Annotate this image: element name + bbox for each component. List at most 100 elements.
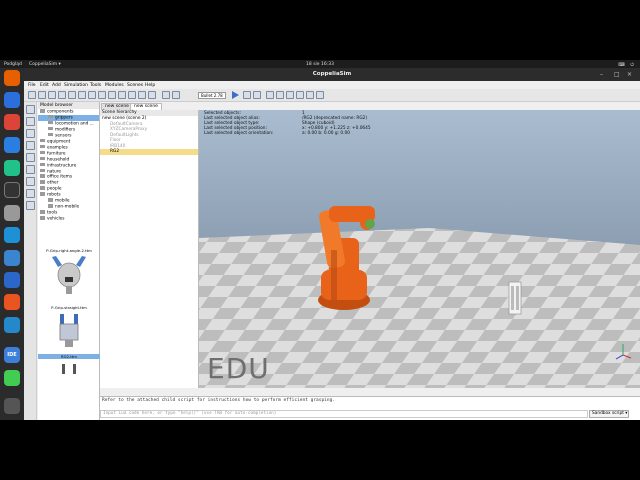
software-icon[interactable] bbox=[4, 294, 20, 310]
folder-icon bbox=[40, 138, 45, 143]
model-browser-title: Model browser bbox=[38, 102, 99, 109]
layers-icon[interactable] bbox=[26, 177, 35, 186]
gripper-thumbnail[interactable] bbox=[38, 253, 100, 301]
click-select-icon[interactable] bbox=[78, 91, 86, 99]
folder-icon bbox=[40, 168, 45, 173]
rg2-gripper[interactable] bbox=[508, 281, 522, 315]
lua-command-input[interactable]: Input Lua code here, or type "help()" (u… bbox=[100, 410, 588, 418]
scripts-icon[interactable] bbox=[26, 153, 35, 162]
undo-icon[interactable] bbox=[162, 91, 170, 99]
folder-icon bbox=[40, 109, 45, 113]
faster-icon[interactable] bbox=[286, 91, 294, 99]
menu-modules[interactable]: Modules bbox=[105, 83, 124, 88]
folder-icon bbox=[48, 204, 53, 208]
path-edit-icon[interactable] bbox=[138, 91, 146, 99]
camera-pan-icon[interactable] bbox=[28, 91, 36, 99]
gripper-thumbnail[interactable] bbox=[38, 310, 100, 350]
calculation-modules-icon[interactable] bbox=[26, 129, 35, 138]
shape-edit-icon[interactable] bbox=[26, 165, 35, 174]
model-browser-icon[interactable] bbox=[26, 189, 35, 198]
letterbox-bottom bbox=[0, 420, 640, 480]
menu-file[interactable]: File bbox=[28, 83, 36, 88]
scene-viewport[interactable] bbox=[199, 110, 640, 388]
tab-scene-2[interactable]: new scene bbox=[130, 103, 162, 110]
folder-icon bbox=[40, 150, 45, 155]
folder-icon bbox=[40, 192, 45, 196]
trash-icon[interactable] bbox=[4, 398, 20, 414]
page-selector-icon[interactable] bbox=[316, 91, 324, 99]
tree-item-vehicles[interactable]: vehicles bbox=[38, 216, 99, 222]
system-tray[interactable]: ⌨ ⏻ bbox=[619, 62, 637, 68]
menu-bar: File Edit Add Simulation Tools Modules S… bbox=[24, 81, 640, 89]
clion-icon[interactable] bbox=[4, 160, 20, 176]
maximize-icon[interactable]: □ bbox=[614, 68, 620, 81]
qbittorrent-icon[interactable] bbox=[4, 250, 20, 266]
thread-icon[interactable] bbox=[296, 91, 304, 99]
thumbnail-caption[interactable]: RG2.ttm bbox=[38, 354, 100, 359]
vscode-icon[interactable] bbox=[4, 317, 20, 333]
window-title: CoppeliaSim bbox=[312, 71, 352, 77]
object-shift-icon[interactable] bbox=[88, 91, 96, 99]
redo-icon[interactable] bbox=[172, 91, 180, 99]
pause-icon[interactable] bbox=[243, 91, 251, 99]
sync-icon[interactable] bbox=[4, 227, 20, 243]
record-icon[interactable] bbox=[4, 272, 20, 288]
files-icon[interactable] bbox=[4, 205, 20, 221]
close-icon[interactable]: × bbox=[627, 68, 632, 81]
scene-3d-view[interactable] bbox=[199, 110, 640, 388]
scene-tabs: new scene new scene bbox=[100, 102, 640, 110]
clock[interactable]: 18 sie 16:33 bbox=[0, 62, 640, 67]
graph-icon[interactable] bbox=[148, 91, 156, 99]
transfer-dna-icon[interactable] bbox=[118, 91, 126, 99]
folder-icon bbox=[40, 216, 45, 220]
camera-rotate-icon[interactable] bbox=[38, 91, 46, 99]
real-time-icon[interactable] bbox=[266, 91, 274, 99]
sandbox-script-select[interactable]: Sandbox script ▾ bbox=[589, 410, 629, 418]
ide-icon[interactable]: IDE bbox=[4, 347, 20, 363]
camera-opening-icon[interactable] bbox=[58, 91, 66, 99]
visualization-icon[interactable] bbox=[306, 91, 314, 99]
menu-tools[interactable]: Tools bbox=[90, 83, 101, 88]
terminal-icon[interactable] bbox=[4, 182, 20, 198]
object-rotate-icon[interactable] bbox=[98, 91, 106, 99]
play-icon[interactable] bbox=[232, 91, 239, 99]
assemble-icon[interactable] bbox=[108, 91, 116, 99]
thunderbird-icon[interactable] bbox=[4, 92, 20, 108]
edu-watermark: EDU bbox=[207, 352, 270, 385]
console-message: Refer to the attached child script for i… bbox=[102, 398, 335, 403]
camera-shift-icon[interactable] bbox=[48, 91, 56, 99]
gripper-thumbnail[interactable] bbox=[38, 362, 100, 374]
scene-object-properties-icon[interactable] bbox=[26, 117, 35, 126]
collection-icon[interactable] bbox=[128, 91, 136, 99]
tab-scene-1[interactable]: new scene bbox=[101, 103, 133, 110]
model-thumbnails: P-Grip-right-angle-2.ttm P-Grip-straight… bbox=[38, 248, 100, 378]
scene-hierarchy-list: new scene (scene 2) DefaultCamera XYZCam… bbox=[100, 116, 198, 155]
model-tree: components grippers locomotion and ... m… bbox=[38, 109, 99, 222]
slower-icon[interactable] bbox=[276, 91, 284, 99]
window-titlebar: CoppeliaSim – □ × bbox=[24, 68, 640, 81]
menu-simulation[interactable]: Simulation bbox=[64, 83, 88, 88]
qt-icon[interactable] bbox=[4, 370, 20, 386]
menu-help[interactable]: Help bbox=[145, 83, 155, 88]
folder-icon bbox=[48, 132, 53, 137]
menu-edit[interactable]: Edit bbox=[40, 83, 49, 88]
folder-icon bbox=[40, 180, 45, 184]
scene-hierarchy-icon[interactable] bbox=[26, 201, 35, 210]
scene-hierarchy: Scene hierarchy new scene (scene 2) Defa… bbox=[100, 110, 199, 388]
folder-icon bbox=[40, 144, 45, 149]
writer-icon[interactable] bbox=[4, 137, 20, 153]
physics-engine-select[interactable]: Bullet 2.78 bbox=[198, 92, 226, 99]
firefox-icon[interactable] bbox=[4, 70, 20, 86]
chrome-icon[interactable] bbox=[4, 114, 20, 130]
menu-scenes[interactable]: Scenes bbox=[127, 83, 143, 88]
fit-to-view-icon[interactable] bbox=[68, 91, 76, 99]
folder-icon bbox=[40, 174, 45, 178]
folder-icon bbox=[40, 186, 45, 190]
simulation-settings-icon[interactable] bbox=[26, 105, 35, 114]
collections-icon[interactable] bbox=[26, 141, 35, 150]
stop-icon[interactable] bbox=[253, 91, 261, 99]
desktop: Podgląd CoppeliaSim ▾ 18 sie 16:33 ⌨ ⏻ I… bbox=[0, 60, 640, 420]
scene-item-rg2[interactable]: RG2 bbox=[100, 149, 198, 155]
minimize-icon[interactable]: – bbox=[600, 68, 603, 81]
menu-add[interactable]: Add bbox=[52, 83, 61, 88]
